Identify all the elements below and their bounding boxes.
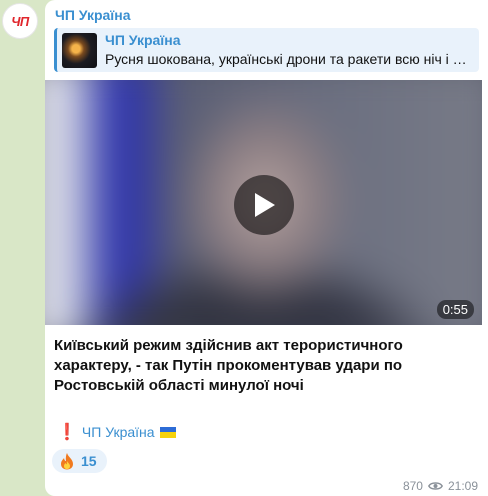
reply-title: ЧП Україна [105,32,181,48]
message-meta: 870 21:09 [403,479,478,493]
message-text: Київський режим здійснив акт терористичн… [54,337,403,394]
reaction-fire[interactable]: 15 [52,449,107,473]
message-bubble: ЧП Україна ЧП Україна Русня шокована, ук… [45,0,488,496]
reply-text: Русня шокована, українські дрони та раке… [105,51,467,67]
channel-name[interactable]: ЧП Україна [55,7,131,23]
video-player[interactable]: 0:55 [45,80,482,325]
reply-thumbnail [62,33,97,68]
view-count: 870 [402,479,423,493]
signature-link[interactable]: ЧП Україна [82,424,155,440]
ukraine-flag-icon [159,426,176,438]
play-button[interactable] [234,175,294,235]
video-duration: 0:55 [436,300,474,319]
play-icon [255,193,275,217]
fire-icon [61,453,73,470]
channel-avatar[interactable]: ЧП [2,3,38,39]
exclamation-icon: ❗️ [57,424,77,441]
eye-icon [427,482,443,490]
reply-preview[interactable]: ЧП Україна Русня шокована, українські др… [54,28,479,72]
message-signature: ❗️ ЧП Україна [57,422,176,442]
message-time: 21:09 [447,479,478,493]
reaction-count: 15 [81,453,97,469]
